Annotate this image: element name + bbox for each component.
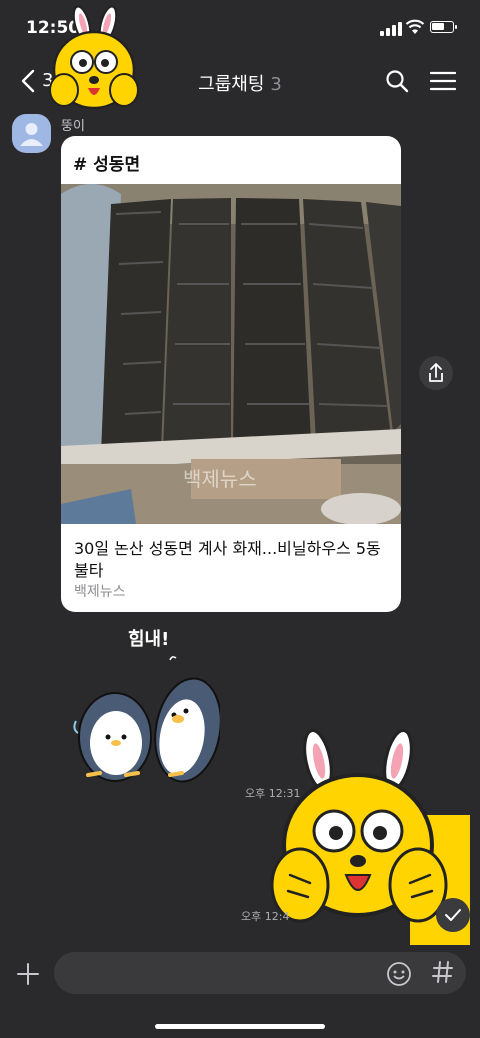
- message-timestamp-2: 오후 12:4: [241, 910, 290, 923]
- person-icon: [20, 123, 43, 146]
- photo-watermark: 백제뉴스: [183, 467, 257, 491]
- share-icon: [429, 363, 443, 382]
- search-icon[interactable]: [385, 69, 409, 93]
- wifi-icon: [405, 19, 425, 34]
- avatar[interactable]: [12, 114, 51, 153]
- emoji-icon[interactable]: [386, 961, 412, 987]
- signal-icon: [380, 22, 402, 36]
- hash-icon[interactable]: [432, 960, 454, 984]
- card-tag: # 성동면: [73, 155, 141, 175]
- news-link-card[interactable]: # 성동면 백제뉴스 30일 논산 성동면 계사 화재...비닐하우스 5동 불…: [61, 136, 401, 612]
- sticker-text: 힘내!: [128, 629, 169, 650]
- menu-icon[interactable]: [430, 70, 456, 92]
- plus-icon[interactable]: [16, 962, 40, 986]
- home-indicator: [155, 1024, 325, 1029]
- card-source: 백제뉴스: [74, 584, 126, 600]
- bunny-sticker-small: [49, 5, 139, 110]
- member-count: 3: [270, 74, 282, 95]
- check-icon: [445, 909, 461, 921]
- read-check-button[interactable]: [436, 898, 470, 932]
- card-headline: 30일 논산 성동면 계사 화재...비닐하우스 5동 불타: [74, 539, 381, 580]
- penguin-sticker: 힘내!: [73, 629, 220, 783]
- share-button[interactable]: [419, 356, 453, 390]
- battery-icon: [430, 21, 457, 33]
- news-photo: 백제뉴스: [61, 184, 401, 524]
- sender-name: 뚱이: [61, 119, 85, 134]
- chat-title: 그룹채팅: [198, 74, 265, 95]
